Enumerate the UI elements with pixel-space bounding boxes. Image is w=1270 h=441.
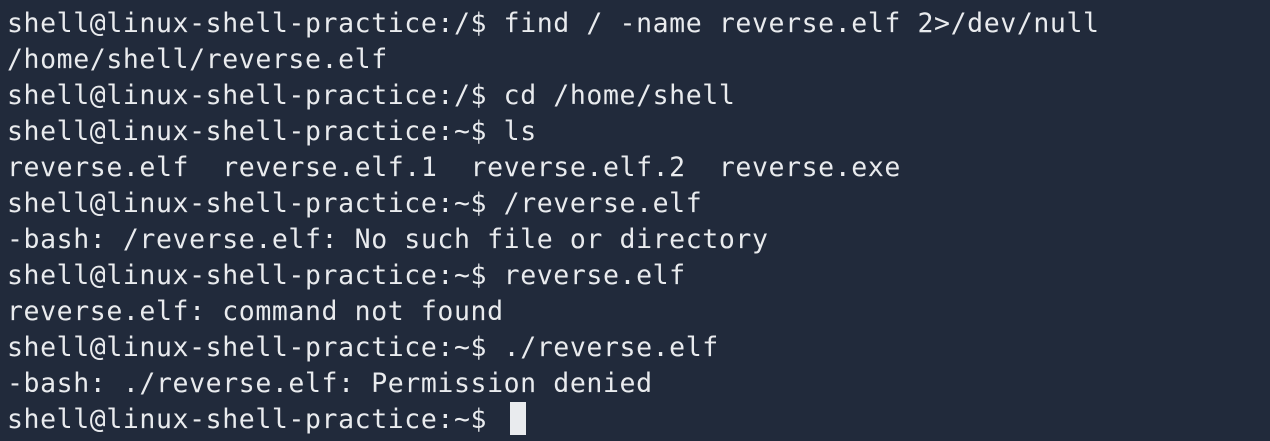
command-line: shell@linux-shell-practice:/$ find / -na… xyxy=(7,6,1270,42)
output-line: reverse.elf reverse.elf.1 reverse.elf.2 … xyxy=(7,152,901,183)
output-line: -bash: /reverse.elf: No such file or dir… xyxy=(7,224,769,255)
text-cursor xyxy=(509,402,526,435)
prompt: shell@linux-shell-practice:~$ xyxy=(7,188,504,219)
command-text: ./reverse.elf xyxy=(503,332,719,363)
command-text: cd /home/shell xyxy=(503,80,736,111)
command-line: shell@linux-shell-practice:~$ ./reverse.… xyxy=(7,330,1270,366)
output-line: /home/shell/reverse.elf xyxy=(7,44,388,75)
command-text: reverse.elf xyxy=(503,260,686,291)
command-line: shell@linux-shell-practice:~$ reverse.el… xyxy=(7,258,1270,294)
command-text: find / -name reverse.elf 2>/dev/null xyxy=(503,8,1100,39)
output-line: reverse.elf: command not found xyxy=(7,296,504,327)
terminal-window[interactable]: shell@linux-shell-practice:/$ find / -na… xyxy=(0,0,1270,441)
output-line: -bash: ./reverse.elf: Permission denied xyxy=(7,368,653,399)
prompt: shell@linux-shell-practice:/$ xyxy=(7,8,504,39)
prompt: shell@linux-shell-practice:~$ xyxy=(7,116,504,147)
input-line[interactable]: shell@linux-shell-practice:~$ xyxy=(7,402,1270,438)
command-text: ls xyxy=(503,116,537,147)
command-text: /reverse.elf xyxy=(503,188,703,219)
prompt: shell@linux-shell-practice:/$ xyxy=(7,80,504,111)
prompt: shell@linux-shell-practice:~$ xyxy=(7,404,504,435)
prompt: shell@linux-shell-practice:~$ xyxy=(7,332,504,363)
prompt: shell@linux-shell-practice:~$ xyxy=(7,260,504,291)
command-line: shell@linux-shell-practice:/$ cd /home/s… xyxy=(7,78,1270,114)
command-line: shell@linux-shell-practice:~$ ls xyxy=(7,114,1270,150)
command-line: shell@linux-shell-practice:~$ /reverse.e… xyxy=(7,186,1270,222)
